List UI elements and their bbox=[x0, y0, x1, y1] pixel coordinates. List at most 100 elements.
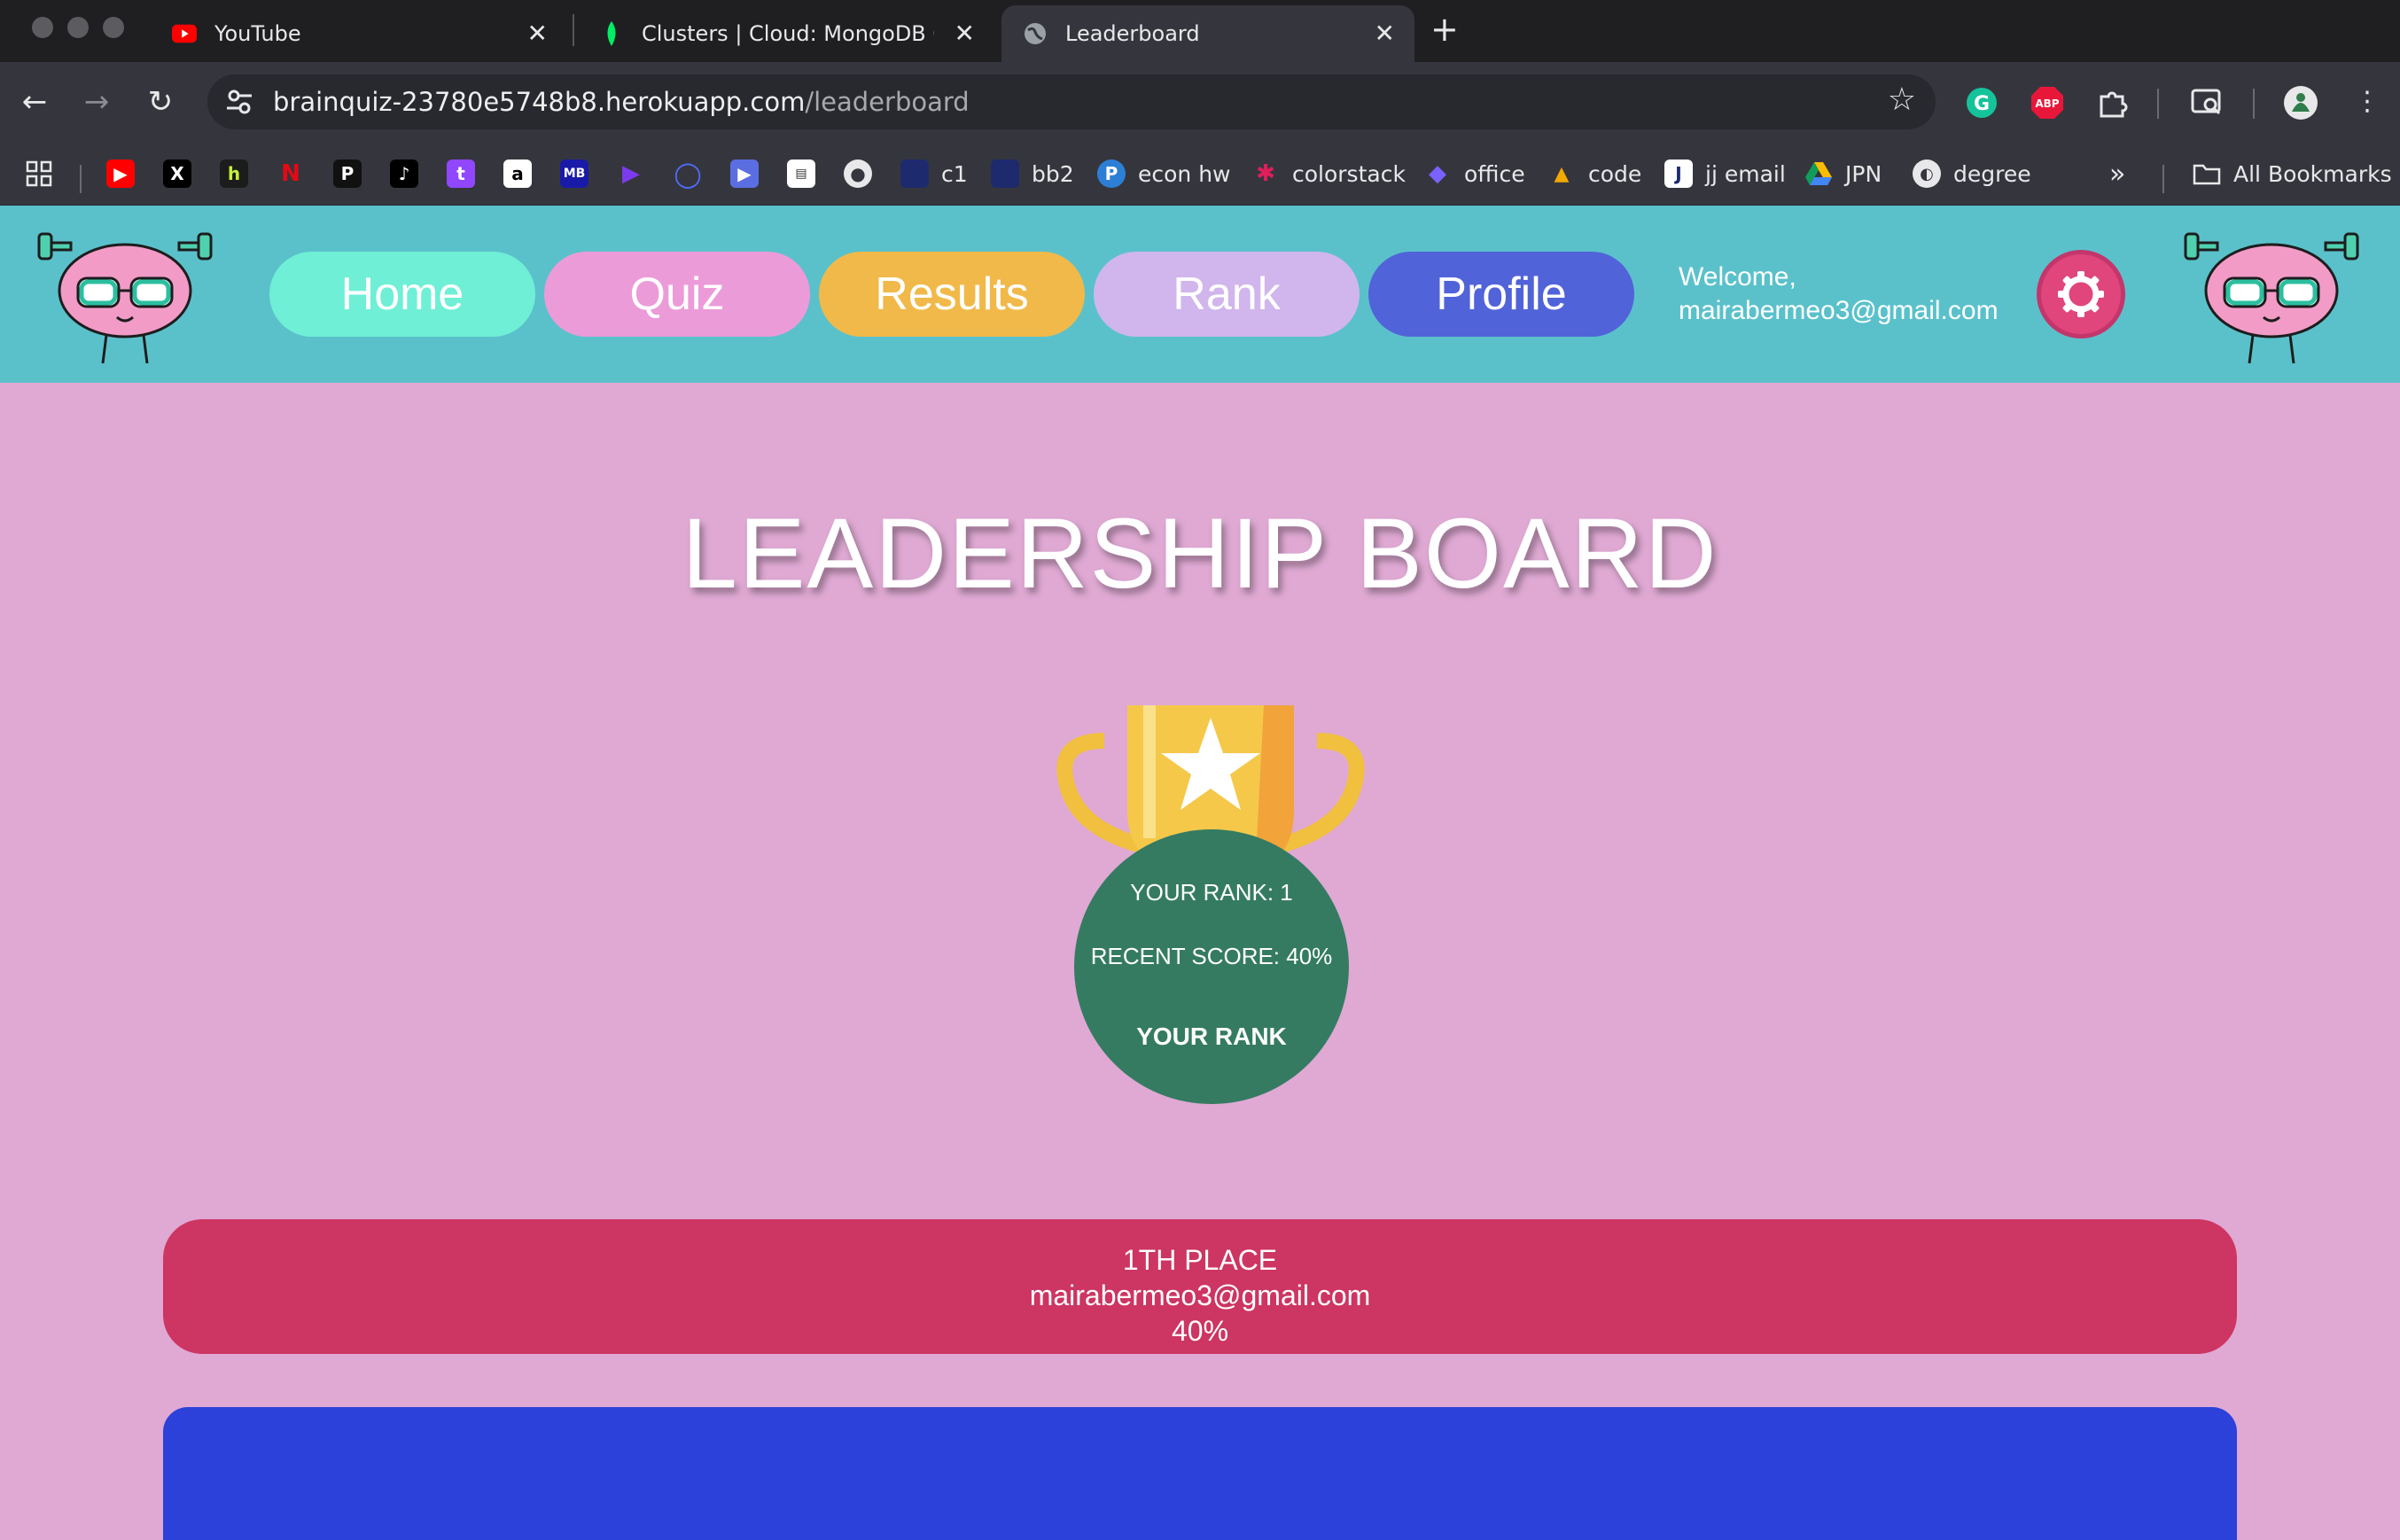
rocket-icon: ▲ bbox=[1554, 162, 1570, 185]
page-title: LEADERSHIP BOARD bbox=[682, 498, 1718, 609]
your-rank-badge: YOUR RANK: 1 RECENT SCORE: 40% YOUR RANK bbox=[1074, 829, 1349, 1104]
slack-icon: ✱ bbox=[1256, 160, 1275, 187]
browser-tab-bar: YouTube ✕ Clusters | Cloud: MongoDB Cl ✕… bbox=[0, 0, 2400, 62]
bookmark-label: code bbox=[1588, 160, 1642, 187]
nav-results-button[interactable]: Results bbox=[819, 252, 1085, 337]
play-bookmark[interactable]: ▶ bbox=[617, 154, 645, 193]
tab-divider bbox=[573, 14, 574, 46]
address-bar[interactable]: brainquiz-23780e5748b8.herokuapp.com/lea… bbox=[207, 74, 1936, 129]
forward-arrow-icon[interactable]: → bbox=[74, 80, 119, 124]
github-bookmark[interactable]: ● bbox=[844, 154, 872, 193]
svg-text:ABP: ABP bbox=[2035, 97, 2059, 110]
tab-mongodb[interactable]: Clusters | Cloud: MongoDB Cl ✕ bbox=[578, 5, 994, 62]
grammarly-icon[interactable]: G bbox=[1962, 83, 2001, 122]
your-rank-text: YOUR RANK: 1 bbox=[1130, 879, 1293, 906]
app-header: Home Quiz Results Rank Profile Welcome, … bbox=[0, 206, 2400, 383]
nav-profile-button[interactable]: Profile bbox=[1368, 252, 1634, 337]
url-text: brainquiz-23780e5748b8.herokuapp.com/lea… bbox=[273, 87, 970, 117]
bookmark-favicon-icon bbox=[900, 159, 929, 188]
window-zoom-button[interactable] bbox=[103, 17, 124, 38]
svg-text:G: G bbox=[1974, 93, 1990, 115]
user-email: mairabermeo3@gmail.com bbox=[1679, 296, 1999, 325]
extensions-puzzle-icon[interactable] bbox=[2093, 83, 2132, 122]
mb-bookmark[interactable]: MB bbox=[560, 154, 588, 193]
q-bookmark[interactable]: ◯ bbox=[674, 154, 702, 193]
twitch-bookmark[interactable]: t bbox=[447, 154, 475, 193]
browser-menu-icon[interactable]: ⋮ bbox=[2345, 80, 2389, 124]
bookmark-code[interactable]: ▲ code bbox=[1547, 154, 1642, 193]
bookmark-econ-hw[interactable]: Pecon hw bbox=[1097, 154, 1231, 193]
profile-avatar-icon[interactable] bbox=[2281, 83, 2320, 122]
your-rank-button[interactable]: YOUR RANK bbox=[1074, 1023, 1349, 1051]
bookmark-favicon-icon bbox=[991, 159, 1019, 188]
apps-grid-icon[interactable] bbox=[25, 154, 53, 193]
x-bookmark[interactable]: X bbox=[163, 154, 191, 193]
handshake-bookmark[interactable]: h bbox=[220, 154, 248, 193]
amazon-bookmark[interactable]: a bbox=[503, 154, 532, 193]
tab-title: Clusters | Cloud: MongoDB Cl bbox=[642, 21, 934, 46]
window-minimize-button[interactable] bbox=[67, 17, 89, 38]
mb-icon: MB bbox=[560, 159, 588, 188]
brain-mascot-logo bbox=[37, 232, 213, 364]
bookmarks-divider bbox=[2162, 165, 2164, 193]
amazon-icon: a bbox=[503, 159, 532, 188]
document-icon: ▤ bbox=[787, 159, 815, 188]
pi-bookmark[interactable]: P bbox=[333, 154, 362, 193]
bookmark-label: bb2 bbox=[1032, 160, 1074, 187]
youtube-bookmark[interactable]: ▶ bbox=[106, 154, 135, 193]
more-bookmarks-chevron-icon[interactable]: » bbox=[2109, 154, 2125, 193]
brain-mascot-logo bbox=[2184, 232, 2359, 364]
bookmark-office[interactable]: ◆ office bbox=[1423, 154, 1525, 193]
bookmarks-bar: ▶ X h N P ♪ t a MB ▶ ◯ ▶ ▤ ● c1 bb2 Peco… bbox=[0, 142, 2400, 206]
folder-icon bbox=[2193, 159, 2221, 188]
tab-search-icon[interactable] bbox=[2187, 83, 2226, 122]
globe-icon: ◐ bbox=[1913, 159, 1941, 188]
adblock-icon[interactable]: ABP bbox=[2028, 83, 2067, 122]
play-icon: ▶ bbox=[622, 160, 640, 187]
bookmark-label: office bbox=[1464, 160, 1525, 187]
window-close-button[interactable] bbox=[32, 17, 53, 38]
document-bookmark[interactable]: ▤ bbox=[787, 154, 815, 193]
q-circle-icon: ◯ bbox=[674, 159, 702, 189]
bookmark-bb2[interactable]: bb2 bbox=[991, 154, 1074, 193]
bookmark-label: c1 bbox=[941, 160, 968, 187]
site-settings-icon[interactable] bbox=[223, 86, 255, 118]
netflix-bookmark[interactable]: N bbox=[277, 154, 305, 193]
nav-quiz-button[interactable]: Quiz bbox=[544, 252, 810, 337]
bookmarks-divider bbox=[80, 165, 82, 193]
all-bookmarks-button[interactable]: All Bookmarks bbox=[2193, 154, 2392, 193]
all-bookmarks-label: All Bookmarks bbox=[2233, 160, 2392, 187]
bookmark-label: econ hw bbox=[1138, 160, 1231, 187]
globe-icon bbox=[1023, 21, 1048, 46]
github-icon: ● bbox=[844, 159, 872, 188]
video-bookmark[interactable]: ▶ bbox=[730, 154, 759, 193]
close-tab-icon[interactable]: ✕ bbox=[1375, 18, 1395, 50]
bookmark-degree[interactable]: ◐ degree bbox=[1913, 154, 2031, 193]
entry-email: mairabermeo3@gmail.com bbox=[1029, 1279, 1371, 1311]
nav-rank-button[interactable]: Rank bbox=[1094, 252, 1360, 337]
close-tab-icon[interactable]: ✕ bbox=[527, 18, 548, 50]
bookmark-c1[interactable]: c1 bbox=[900, 154, 968, 193]
close-tab-icon[interactable]: ✕ bbox=[955, 18, 975, 50]
bookmark-colorstack[interactable]: ✱ colorstack bbox=[1251, 154, 1406, 193]
bookmark-jpn[interactable]: JPN bbox=[1804, 154, 1882, 193]
tab-youtube[interactable]: YouTube ✕ bbox=[151, 5, 567, 62]
reload-icon[interactable]: ↻ bbox=[138, 80, 183, 124]
new-tab-button[interactable]: + bbox=[1430, 7, 1459, 51]
tab-title: Leaderboard bbox=[1065, 21, 1200, 46]
bookmark-jj-email[interactable]: Jjj email bbox=[1664, 154, 1786, 193]
bookmark-star-icon[interactable]: ☆ bbox=[1888, 82, 1916, 118]
youtube-icon: ▶ bbox=[106, 159, 135, 188]
bookmark-label: jj email bbox=[1705, 160, 1786, 187]
nav-home-button[interactable]: Home bbox=[269, 252, 535, 337]
mongodb-leaf-icon bbox=[599, 21, 624, 46]
bookmark-label: degree bbox=[1953, 160, 2031, 187]
leaderboard-entry-first: 1TH PLACE mairabermeo3@gmail.com 40% bbox=[163, 1219, 2237, 1354]
google-drive-icon bbox=[1804, 159, 1833, 188]
tiktok-bookmark[interactable]: ♪ bbox=[390, 154, 418, 193]
p-circle-icon: P bbox=[1097, 159, 1126, 188]
tab-leaderboard[interactable]: Leaderboard ✕ bbox=[1001, 5, 1414, 62]
back-arrow-icon[interactable]: ← bbox=[12, 80, 57, 124]
settings-button[interactable] bbox=[2037, 250, 2125, 338]
handshake-icon: h bbox=[220, 159, 248, 188]
